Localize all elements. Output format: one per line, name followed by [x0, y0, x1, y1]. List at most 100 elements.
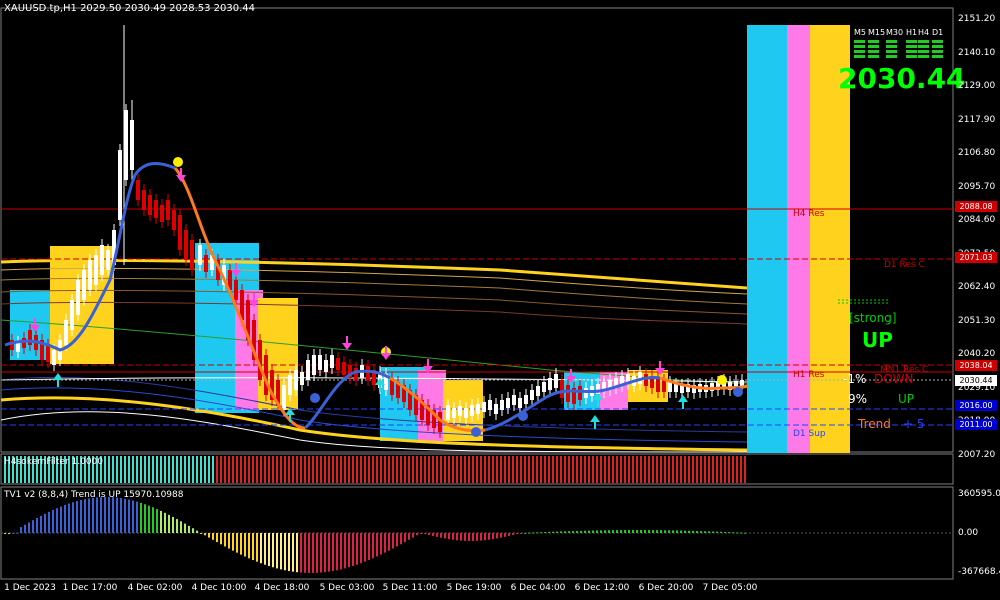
up-arrow-icon — [678, 395, 688, 402]
h1-res-label: H1 Res — [793, 370, 825, 380]
signal-dot-icon — [471, 427, 481, 437]
tf-label-m15: M15 — [868, 28, 886, 37]
candle-body — [190, 240, 194, 270]
candle-body — [560, 380, 564, 398]
signal-dot-icon — [310, 393, 320, 403]
candle-body — [644, 374, 648, 386]
price-level-tag: 2071.03 — [955, 252, 997, 263]
time-tick-label: 4 Dec 10:00 — [191, 583, 247, 593]
time-tick-label: 1 Dec 17:00 — [62, 583, 118, 593]
candle-body — [160, 205, 164, 222]
price-tick-label: 2095.70 — [958, 181, 996, 192]
candle-body — [154, 200, 158, 218]
candle-body — [536, 386, 540, 396]
candle-body — [518, 398, 522, 408]
up-arrow-icon — [590, 415, 600, 422]
candle-body — [554, 374, 558, 388]
candle-body — [282, 385, 286, 410]
pct-up-text: 9% — [848, 392, 868, 406]
d1-sup-label: D1 Sup — [793, 429, 826, 439]
candle-body — [82, 270, 86, 300]
price-tick-label: 2051.30 — [958, 315, 996, 326]
candle-body — [294, 370, 298, 390]
time-tick-label: 5 Dec 03:00 — [319, 583, 375, 593]
h4-res-label: H4 Res — [793, 209, 825, 219]
tf-label-h1: H1 — [906, 28, 918, 37]
candle-body — [674, 384, 678, 392]
strength-bars — [747, 25, 850, 453]
d1-res-label: D1 Res C — [884, 260, 925, 270]
time-tick-label: 6 Dec 04:00 — [510, 583, 566, 593]
candle-body — [548, 378, 552, 390]
oscillator-min-label: -367668.4 — [958, 567, 1000, 577]
strength-text: [strong] — [849, 311, 897, 325]
candle-body — [204, 255, 208, 272]
price-tick-label: 2106.80 — [958, 148, 996, 158]
candle-body — [662, 380, 666, 392]
signal-dot-icon — [518, 411, 528, 421]
price-level-tag: 2030.44 — [955, 375, 997, 386]
candle-body — [566, 385, 570, 402]
oscillator-histogram — [4, 497, 746, 573]
price-tick-label: 2007.20 — [958, 449, 996, 460]
tf-label-h4: H4 — [918, 28, 930, 37]
candle-body — [330, 355, 334, 368]
candle-body — [148, 195, 152, 215]
current-price-display: 2030.44 — [838, 62, 966, 95]
price-tick-label: 2062.40 — [958, 282, 996, 292]
candle-body — [306, 360, 310, 380]
candle-body — [136, 180, 140, 200]
timeframe-strength-grid — [854, 40, 943, 58]
down-label: DOWN — [874, 372, 914, 386]
candle-body — [300, 372, 304, 385]
candle-body — [318, 355, 322, 370]
time-tick-label: 7 Dec 05:00 — [702, 583, 758, 593]
candle-body — [482, 402, 486, 412]
signal-dot-icon — [733, 387, 743, 397]
candle-body — [506, 398, 510, 408]
signal-dot-icon — [717, 375, 727, 385]
candle-body — [464, 408, 468, 418]
signal-dot-icon — [173, 157, 183, 167]
candle-body — [500, 400, 504, 410]
chart-window[interactable]: XAUUSD.tp,H1 2029.50 2030.49 2028.53 203… — [0, 0, 1000, 600]
price-tick-label: 2084.60 — [958, 215, 996, 225]
candle-body — [312, 355, 316, 375]
oscillator-subwindow-title: TV1 v2 (8,8,4) Trend is UP 15970.10988 — [4, 490, 184, 500]
candle-body — [234, 280, 238, 300]
candle-body — [184, 230, 188, 260]
candle-body — [656, 378, 660, 392]
candle-body — [64, 320, 68, 345]
candle-body — [46, 345, 50, 362]
candle-body — [172, 210, 176, 230]
candle-body — [542, 382, 546, 392]
candle-body — [530, 390, 534, 400]
oscillator-zero-label: 0.00 — [958, 528, 979, 538]
candle-body — [458, 406, 462, 416]
filter-subwindow-title: H4sokernFilter 1.0000 — [4, 457, 104, 467]
candle-body — [488, 400, 492, 410]
time-tick-label: 5 Dec 11:00 — [382, 583, 438, 593]
down-arrow-icon — [342, 343, 352, 350]
filter-histogram — [4, 456, 746, 483]
time-tick-label: 5 Dec 19:00 — [446, 583, 502, 593]
time-tick-label: 4 Dec 02:00 — [127, 583, 183, 593]
up-arrow-icon — [53, 373, 63, 380]
candle-body — [336, 358, 340, 370]
oscillator-max-label: 360595.03 — [958, 489, 1000, 499]
candle-body — [124, 110, 128, 180]
up-label: UP — [898, 392, 915, 406]
time-tick-label: 4 Dec 18:00 — [254, 583, 310, 593]
trend-value: + 5 — [903, 417, 925, 431]
candle-body — [524, 395, 528, 404]
candle-body — [446, 405, 450, 420]
tf-label-d1: D1 — [932, 28, 944, 37]
price-tick-label: 2129.00 — [958, 81, 996, 91]
candle-body — [584, 388, 588, 398]
price-tick-label: 2140.10 — [958, 47, 996, 58]
down-arrow-icon — [381, 353, 391, 360]
candle-body — [22, 338, 26, 348]
price-level-tag: 2016.00 — [955, 400, 997, 411]
candle-body — [178, 215, 182, 250]
candle-body — [118, 150, 122, 220]
